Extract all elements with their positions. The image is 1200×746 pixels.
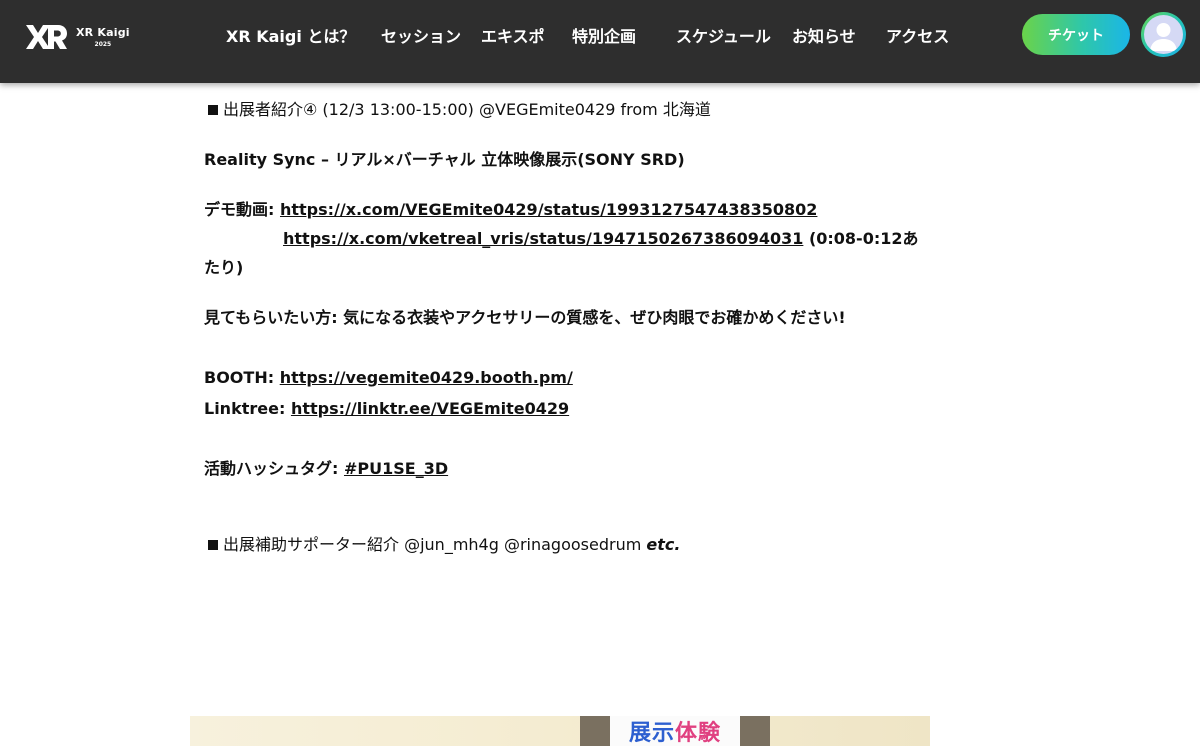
nav-item-news[interactable]: お知らせ <box>792 23 856 47</box>
demo-link-1[interactable]: https://x.com/VEGEmite0429/status/199312… <box>280 200 817 219</box>
linktree-link[interactable]: https://linktr.ee/VEGEmite0429 <box>291 399 569 418</box>
user-avatar-button[interactable] <box>1141 12 1186 57</box>
demo-line-2: https://x.com/vketreal_vris/status/19471… <box>283 228 919 250</box>
logo-text: XR Kaigi 2025 <box>76 27 130 48</box>
site-logo[interactable]: XR Kaigi 2025 <box>24 20 134 54</box>
photo-sign-board: 展示 体験 <box>610 716 740 746</box>
highlight-text: 見てもらいたい方: 気になる衣装やアクセサリーの質感を、ぜひ肉眼でお確かめくださ… <box>204 308 846 327</box>
xr-logo-icon <box>26 25 67 49</box>
supporter-heading: 出展補助サポーター紹介 @jun_mh4g @rinagoosedrum <box>223 535 642 554</box>
hashtag-label: 活動ハッシュタグ: <box>204 459 339 478</box>
exhibit-title: Reality Sync – リアル×バーチャル 立体映像展示(SONY SRD… <box>204 150 685 169</box>
black-square-icon <box>208 105 218 115</box>
hashtag-link[interactable]: #PU1SE_3D <box>344 459 448 478</box>
demo-link-2[interactable]: https://x.com/vketreal_vris/status/19471… <box>283 229 803 248</box>
nav-item-special[interactable]: 特別企画 <box>572 23 636 47</box>
ticket-button[interactable]: チケット <box>1022 14 1130 55</box>
nav-item-access[interactable]: アクセス <box>886 23 949 47</box>
nav-item-sessions[interactable]: セッション <box>381 23 461 47</box>
photo-sign-text-2: 体験 <box>675 721 722 746</box>
logo-name: XR Kaigi <box>76 25 130 39</box>
demo-line-1: デモ動画: https://x.com/VEGEmite0429/status/… <box>204 199 817 221</box>
exhibitor-heading-line: 出展者紹介④ (12/3 13:00-15:00) @VEGEmite0429 … <box>204 99 711 121</box>
site-header: XR Kaigi 2025 XR Kaigi とは？ セッション エキスポ 特別… <box>0 0 1200 83</box>
photo-sign-stand: 展示 体験 <box>580 716 770 746</box>
nav-item-schedule[interactable]: スケジュール <box>676 23 771 47</box>
demo-line-2-wrap: たり) <box>204 258 244 277</box>
linktree-label: Linktree: <box>204 399 286 418</box>
photo-sign-text-1: 展示 <box>628 721 675 746</box>
exhibit-photo: 展示 体験 <box>190 716 930 746</box>
black-square-icon <box>208 540 218 550</box>
supporter-etc: etc. <box>646 535 681 554</box>
nav-item-expo[interactable]: エキスポ <box>481 23 545 47</box>
booth-link[interactable]: https://vegemite0429.booth.pm/ <box>280 368 573 387</box>
hashtag-line: 活動ハッシュタグ: #PU1SE_3D <box>204 458 448 480</box>
demo-link-2-suffix: (0:08-0:12あ <box>803 229 919 248</box>
linktree-line: Linktree: https://linktr.ee/VEGEmite0429 <box>204 398 569 420</box>
booth-label: BOOTH: <box>204 368 275 387</box>
exhibitor-heading: 出展者紹介④ (12/3 13:00-15:00) @VEGEmite0429 … <box>223 100 711 119</box>
supporter-heading-line: 出展補助サポーター紹介 @jun_mh4g @rinagoosedrum etc… <box>204 534 680 556</box>
nav-item-about[interactable]: XR Kaigi とは？ <box>226 23 355 47</box>
demo-label: デモ動画: <box>204 200 275 219</box>
booth-line: BOOTH: https://vegemite0429.booth.pm/ <box>204 367 573 389</box>
logo-year: 2025 <box>94 40 112 48</box>
user-avatar-icon <box>1144 15 1183 54</box>
